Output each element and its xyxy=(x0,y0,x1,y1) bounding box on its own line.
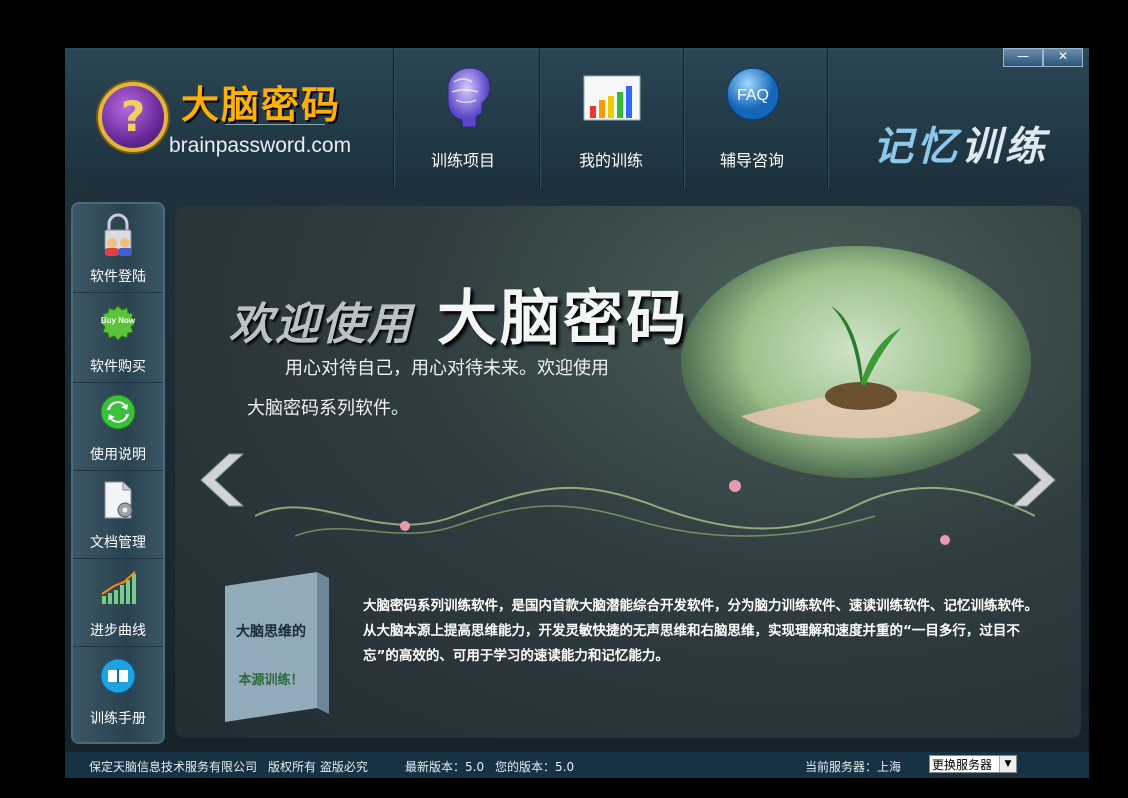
sidebar-item-purchase[interactable]: Buy Now 软件购买 xyxy=(73,294,163,383)
faq-icon-text: FAQ xyxy=(737,87,769,104)
sidebar-item-login[interactable]: 软件登陆 xyxy=(73,204,163,293)
nav-label: 辅导咨询 xyxy=(719,151,784,170)
progress-chart-icon xyxy=(101,571,136,604)
footer-server-label: 当前服务器：上海 xyxy=(805,760,902,774)
module-title-b: 训练 xyxy=(961,124,1049,170)
sidebar-item-label: 使用说明 xyxy=(90,447,146,463)
plant-hand-image xyxy=(681,246,1031,478)
sidebar-item-label: 训练手册 xyxy=(90,711,146,727)
nav-my-training[interactable]: 我的训练 xyxy=(546,66,676,186)
brand-title: 大脑密码 xyxy=(181,83,342,127)
window-controls: — ✕ xyxy=(1003,48,1087,67)
bar-chart-icon xyxy=(583,75,641,121)
refresh-icon xyxy=(100,394,136,430)
welcome-prefix: 欢迎使用 xyxy=(229,299,413,350)
prev-slide-arrow-icon[interactable] xyxy=(193,450,247,510)
sidebar-item-label: 文档管理 xyxy=(90,535,146,551)
sidebar-item-instructions[interactable]: 使用说明 xyxy=(73,382,163,471)
sidebar-item-documents[interactable]: 文档管理 xyxy=(73,470,163,559)
buy-now-icon: Buy Now xyxy=(100,305,136,341)
slogan-line-2: 大脑密码系列软件。 xyxy=(247,398,409,419)
footer-company: 保定天脑信息技术服务有限公司 xyxy=(89,760,258,774)
product-box-title: 大脑思维的 xyxy=(236,623,306,640)
server-select[interactable]: 更换服务器 ▼ xyxy=(929,755,1017,773)
book-icon xyxy=(100,658,136,694)
status-bar: 保定天脑信息技术服务有限公司 版权所有 盗版必究 最新版本：5.0 您的版本：5… xyxy=(65,752,1089,778)
slogan-line-1: 用心对待自己，用心对待未来。欢迎使用 xyxy=(285,358,609,379)
logo-icon: ? xyxy=(98,82,168,152)
product-description: 大脑密码系列训练软件，是国内首款大脑潜能综合开发软件，分为脑力训练软件、速读训练… xyxy=(363,598,1038,664)
header-bar: ? 大脑密码 brainpassword.com 训练项目 我的训练 FAQ 辅… xyxy=(65,48,1089,194)
welcome-brand: 大脑密码 xyxy=(437,284,689,354)
minimize-button[interactable]: — xyxy=(1003,48,1043,67)
server-select-value: 更换服务器 xyxy=(932,758,993,772)
brand-divider xyxy=(225,124,325,125)
brain-icon xyxy=(447,67,491,128)
sidebar-item-manual[interactable]: 训练手册 xyxy=(73,646,163,734)
nav-consulting[interactable]: FAQ 辅导咨询 xyxy=(687,66,817,186)
sidebar-item-label: 软件登陆 xyxy=(90,269,146,285)
header-separator xyxy=(393,48,395,188)
decorative-swirl xyxy=(255,480,1035,545)
product-box-subtitle: 本源训练！ xyxy=(238,672,303,688)
lock-user-icon xyxy=(104,213,132,256)
document-gear-icon xyxy=(104,481,133,519)
header-separator xyxy=(539,48,541,188)
close-button[interactable]: ✕ xyxy=(1043,48,1083,67)
product-box-image: 大脑思维的 本源训练！ xyxy=(225,572,329,722)
header-separator xyxy=(683,48,685,188)
header-separator xyxy=(827,48,829,188)
plant-illustration xyxy=(741,306,981,439)
sidebar-item-progress[interactable]: 进步曲线 xyxy=(73,558,163,647)
buy-now-text: Buy Now xyxy=(101,316,136,325)
faq-icon: FAQ xyxy=(726,67,780,121)
nav-label: 训练项目 xyxy=(430,151,495,170)
sidebar: 软件登陆 Buy Now 软件购买 使用说明 文档管理 进步曲线 训练手册 xyxy=(71,202,165,744)
module-title-a: 记忆 xyxy=(873,124,961,170)
nav-label: 我的训练 xyxy=(578,151,643,170)
welcome-banner: 欢迎使用 大脑密码 用心对待自己，用心对待未来。欢迎使用 大脑密码系列软件。 大… xyxy=(175,206,1081,738)
chevron-down-icon: ▼ xyxy=(999,756,1016,772)
footer-your-version: 您的版本：5.0 xyxy=(495,760,575,774)
app-window: ? 大脑密码 brainpassword.com 训练项目 我的训练 FAQ 辅… xyxy=(65,48,1089,778)
footer-rights: 版权所有 盗版必究 xyxy=(268,760,368,774)
sidebar-item-label: 进步曲线 xyxy=(90,623,146,639)
footer-latest-version: 最新版本：5.0 xyxy=(405,760,485,774)
logo-glyph: ? xyxy=(120,92,146,141)
sidebar-item-label: 软件购买 xyxy=(90,359,146,375)
module-title: 记忆训练 xyxy=(873,114,1049,172)
brand-url: brainpassword.com xyxy=(169,134,352,157)
nav-training-items[interactable]: 训练项目 xyxy=(398,66,528,186)
next-slide-arrow-icon[interactable] xyxy=(1009,450,1063,510)
